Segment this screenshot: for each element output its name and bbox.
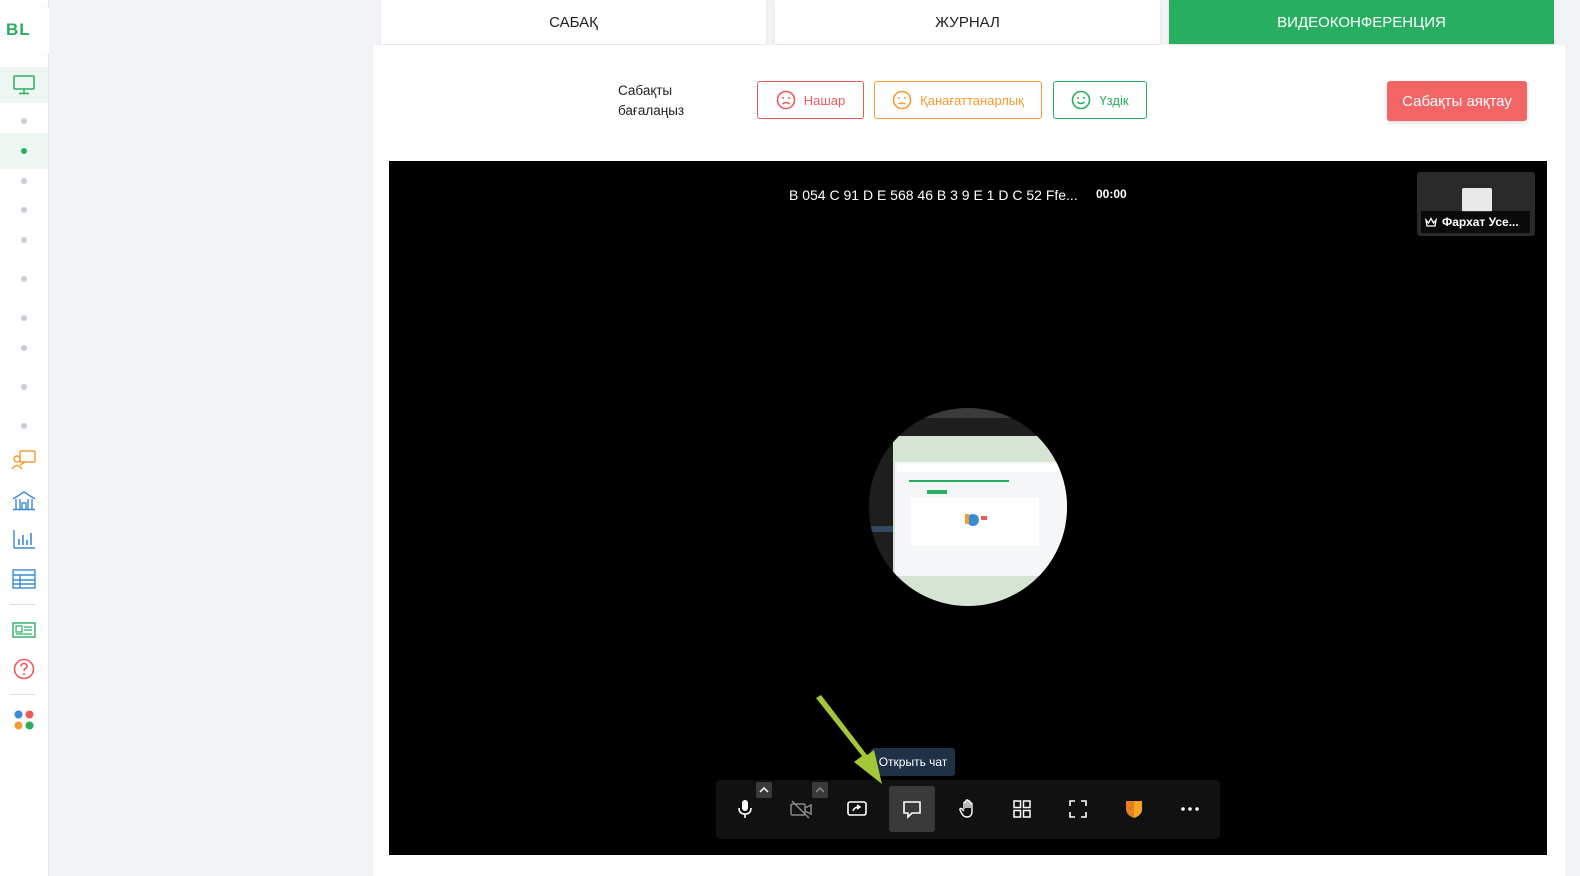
shield-icon [1126, 801, 1142, 818]
sidebar-item-help[interactable] [0, 651, 48, 687]
bullet-icon [21, 276, 27, 282]
pointer-arrow-icon [816, 695, 882, 784]
sidebar-subitem[interactable] [0, 261, 48, 297]
tab-journal[interactable]: ЖУРНАЛ [775, 0, 1160, 44]
happy-face-icon [1072, 90, 1091, 110]
bullet-icon [21, 384, 27, 390]
rate-good-label: Үздік [1099, 92, 1129, 108]
tile-view-button[interactable] [999, 786, 1045, 832]
video-stage: B 054 C 91 D E 568 46 B 3 9 E 1 D C 52 F… [389, 161, 1547, 855]
bullet-icon [21, 345, 27, 351]
rating-label: Сабақты бағалаңыз [618, 81, 684, 121]
meeting-timer: 00:00 [1096, 187, 1127, 201]
bar-chart-icon [13, 530, 35, 549]
chat-icon [903, 801, 921, 819]
end-lesson-button[interactable]: Сабақты аяқтау [1387, 81, 1527, 121]
sidebar-item-lessons[interactable] [0, 67, 48, 103]
newspaper-icon [12, 622, 36, 638]
apps-icon [14, 710, 34, 730]
sidebar-item-stats[interactable] [0, 521, 48, 557]
rail-divider [10, 694, 36, 695]
sidebar-item-school[interactable] [0, 482, 48, 518]
bullet-icon [21, 148, 27, 154]
participant-thumbnail[interactable]: Фархат Усе... [1417, 172, 1535, 236]
teacher-board-icon [11, 450, 36, 470]
sidebar-subitem[interactable] [0, 369, 48, 405]
chat-button[interactable] [889, 786, 935, 832]
bullet-icon [21, 178, 27, 184]
bullet-icon [21, 423, 27, 429]
meeting-title: B 054 C 91 D E 568 46 B 3 9 E 1 D C 52 F… [789, 187, 1078, 203]
rating-label-line2: бағалаңыз [618, 103, 685, 118]
bullet-icon [21, 315, 27, 321]
microphone-icon [738, 800, 752, 818]
rate-ok-label: Қанағаттанарлық [920, 92, 1024, 108]
monitor-icon [13, 75, 35, 95]
rate-good-button[interactable]: Үздік [1053, 81, 1147, 119]
crown-icon [1425, 216, 1437, 227]
rate-ok-button[interactable]: Қанағаттанарлық [874, 81, 1042, 119]
sidebar-item-apps[interactable] [0, 702, 48, 738]
shared-screen-preview [869, 408, 1067, 606]
bullet-icon [21, 207, 27, 213]
table-icon [12, 569, 36, 589]
rate-bad-label: Нашар [803, 92, 846, 108]
screen-share-button[interactable] [834, 786, 880, 832]
fullscreen-button[interactable] [1055, 786, 1101, 832]
sidebar-item-news[interactable] [0, 612, 48, 648]
school-building-icon [12, 491, 36, 511]
more-icon [1181, 807, 1199, 811]
screen-share-icon [847, 801, 867, 816]
more-options-button[interactable] [1167, 786, 1213, 832]
fullscreen-icon [1069, 800, 1087, 818]
mic-options-button[interactable] [756, 782, 772, 798]
hand-icon [959, 799, 973, 818]
participant-preview [1462, 188, 1492, 212]
neutral-face-icon [892, 90, 912, 110]
app-logo[interactable]: BL [6, 20, 31, 40]
chevron-up-icon [759, 786, 769, 793]
bullet-icon [21, 237, 27, 243]
rate-bad-button[interactable]: Нашар [757, 81, 864, 119]
tab-lesson[interactable]: САБАҚ [381, 0, 766, 44]
help-icon [13, 658, 35, 680]
rail-divider [10, 604, 36, 605]
grid-icon [1013, 800, 1031, 818]
screen-share-avatar [869, 408, 1067, 606]
camera-off-icon [790, 800, 812, 819]
conference-toolbar [716, 780, 1220, 839]
sidebar-subitem[interactable] [0, 408, 48, 444]
sidebar-rail: BL [0, 0, 49, 876]
rating-label-line1: Сабақты [618, 83, 673, 98]
side-panel [49, 0, 371, 876]
security-button[interactable] [1111, 786, 1157, 832]
sidebar-subitem[interactable] [0, 222, 48, 258]
participant-label: Фархат Усе... [1421, 211, 1530, 233]
raise-hand-button[interactable] [945, 786, 991, 832]
participant-name: Фархат Усе... [1442, 215, 1519, 229]
sidebar-subitem[interactable] [0, 330, 48, 366]
sad-face-icon [776, 90, 796, 110]
tab-videoconference[interactable]: ВИДЕОКОНФЕРЕНЦИЯ [1169, 0, 1554, 44]
sidebar-item-table[interactable] [0, 561, 48, 597]
sidebar-item-teacher[interactable] [0, 442, 48, 478]
bullet-icon [21, 118, 27, 124]
